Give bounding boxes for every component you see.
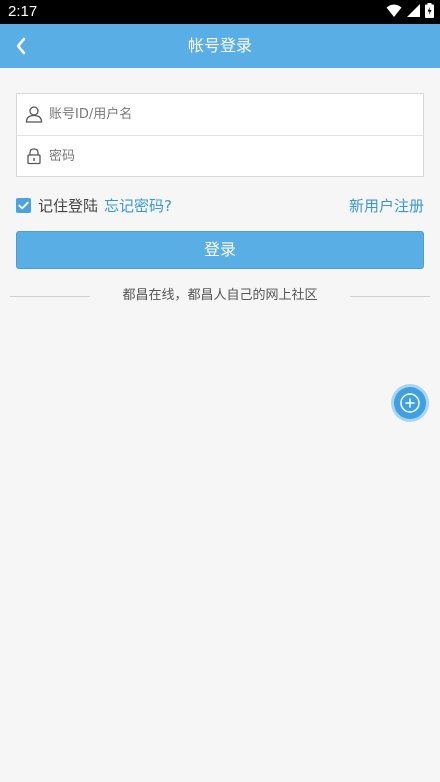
login-form [16,93,424,177]
divider-left [10,296,90,297]
user-icon [25,105,43,123]
status-icons [386,2,434,22]
remember-checkbox[interactable] [16,198,31,213]
status-bar: 2:17 [0,0,440,24]
login-options: 记住登陆 忘记密码? 新用户注册 [16,196,424,216]
slogan-text: 都昌在线，都昌人自己的网上社区 [122,288,318,303]
register-link[interactable]: 新用户注册 [349,196,424,216]
remember-label[interactable]: 记住登陆 [38,196,98,216]
login-button[interactable]: 登录 [16,231,424,269]
status-time: 2:17 [8,3,38,20]
app-bar: 帐号登录 [0,24,440,68]
battery-icon [425,2,434,22]
plus-icon [400,393,420,413]
check-icon [18,201,29,210]
page-title: 帐号登录 [187,36,252,55]
account-row [17,94,423,136]
password-input[interactable] [49,136,409,177]
floating-button[interactable] [394,387,426,419]
signal-icon [407,3,420,22]
account-input[interactable] [49,94,409,135]
lock-icon [25,147,43,165]
divider-right [350,296,430,297]
forgot-password-link[interactable]: 忘记密码? [104,196,172,216]
password-row [17,136,423,177]
wifi-icon [386,3,402,22]
